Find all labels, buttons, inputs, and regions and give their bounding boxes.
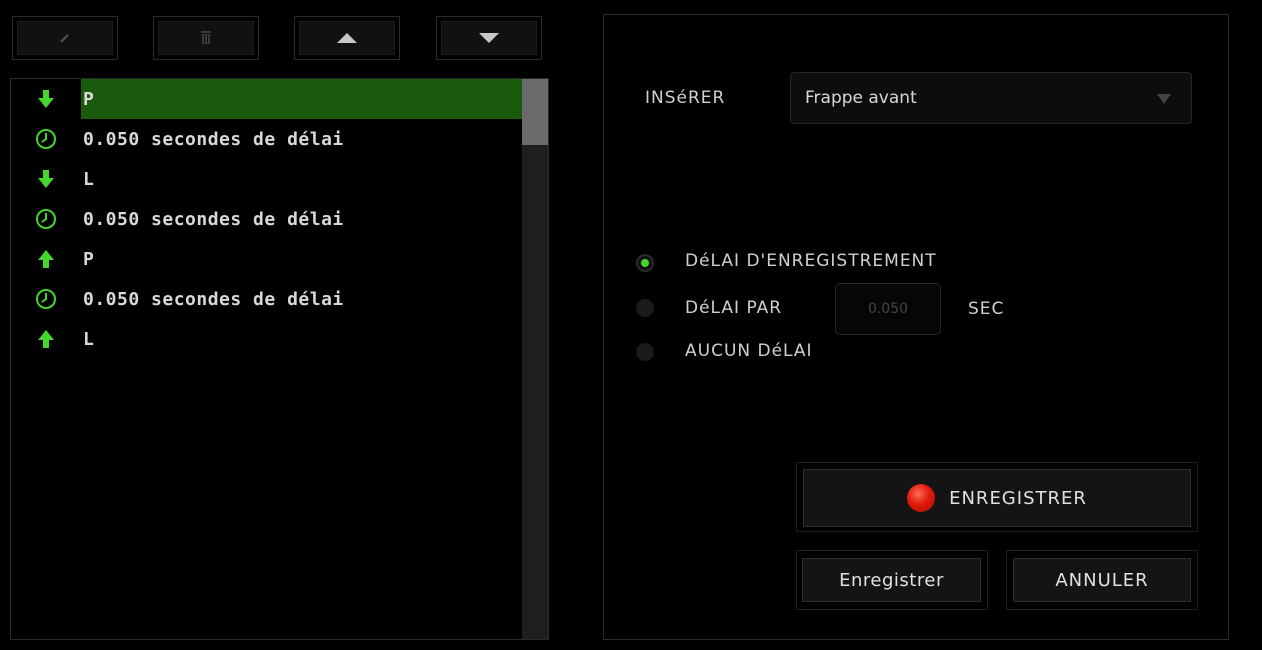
no-delay-label: AUCUN DéLAI	[685, 341, 813, 361]
arrow-up-icon	[38, 330, 54, 348]
list-item[interactable]: 0.050 secondes de délai	[11, 119, 522, 159]
triangle-down-icon	[479, 33, 499, 43]
save-button-label: Enregistrer	[839, 569, 944, 591]
cancel-button[interactable]: ANNULER	[1013, 558, 1191, 602]
move-up-button[interactable]	[294, 16, 400, 60]
edit-button[interactable]	[12, 16, 118, 60]
arrow-down-icon	[38, 90, 54, 108]
insert-label: INSéRER	[645, 88, 726, 108]
item-text: 0.050 secondes de délai	[83, 288, 344, 310]
list-item[interactable]: L	[11, 159, 522, 199]
chevron-down-icon	[1157, 94, 1171, 104]
record-button[interactable]: ENREGISTRER	[803, 469, 1191, 527]
list-item[interactable]: P	[11, 79, 522, 119]
list-item[interactable]: 0.050 secondes de délai	[11, 199, 522, 239]
clock-icon	[36, 289, 56, 309]
triangle-up-icon	[337, 33, 357, 43]
scroll-thumb[interactable]	[522, 79, 548, 145]
delay-value-input[interactable]: 0.050	[835, 283, 941, 335]
move-down-button[interactable]	[436, 16, 542, 60]
list-item[interactable]: 0.050 secondes de délai	[11, 279, 522, 319]
record-button-label: ENREGISTRER	[949, 487, 1087, 509]
list-scrollbar[interactable]	[522, 79, 548, 639]
delete-button[interactable]	[153, 16, 259, 60]
item-text: L	[83, 168, 95, 190]
radio-delay-by[interactable]	[636, 299, 654, 317]
radio-no-delay[interactable]	[636, 343, 654, 361]
record-delay-label: DéLAI D'ENREGISTREMENT	[685, 251, 937, 271]
item-text: 0.050 secondes de délai	[83, 128, 344, 150]
macro-list[interactable]: P 0.050 secondes de délai L 0.050 second…	[10, 78, 549, 640]
insert-dropdown[interactable]: Frappe avant	[790, 72, 1192, 124]
cancel-button-label: ANNULER	[1055, 569, 1149, 591]
delay-by-label: DéLAI PAR	[685, 298, 783, 318]
insert-dropdown-value: Frappe avant	[805, 88, 917, 108]
delay-unit-label: SEC	[968, 299, 1005, 319]
pencil-icon	[60, 34, 69, 43]
clock-icon	[36, 129, 56, 149]
clock-icon	[36, 209, 56, 229]
save-button[interactable]: Enregistrer	[802, 558, 981, 602]
list-item[interactable]: P	[11, 239, 522, 279]
list-item[interactable]: L	[11, 319, 522, 359]
trash-icon	[201, 31, 211, 44]
arrow-up-icon	[38, 250, 54, 268]
item-text: 0.050 secondes de délai	[83, 208, 344, 230]
arrow-down-icon	[38, 170, 54, 188]
item-text: L	[83, 328, 95, 350]
item-text: P	[83, 88, 95, 110]
item-text: P	[83, 248, 95, 270]
record-icon	[907, 484, 936, 512]
radio-record-delay[interactable]	[636, 254, 654, 272]
